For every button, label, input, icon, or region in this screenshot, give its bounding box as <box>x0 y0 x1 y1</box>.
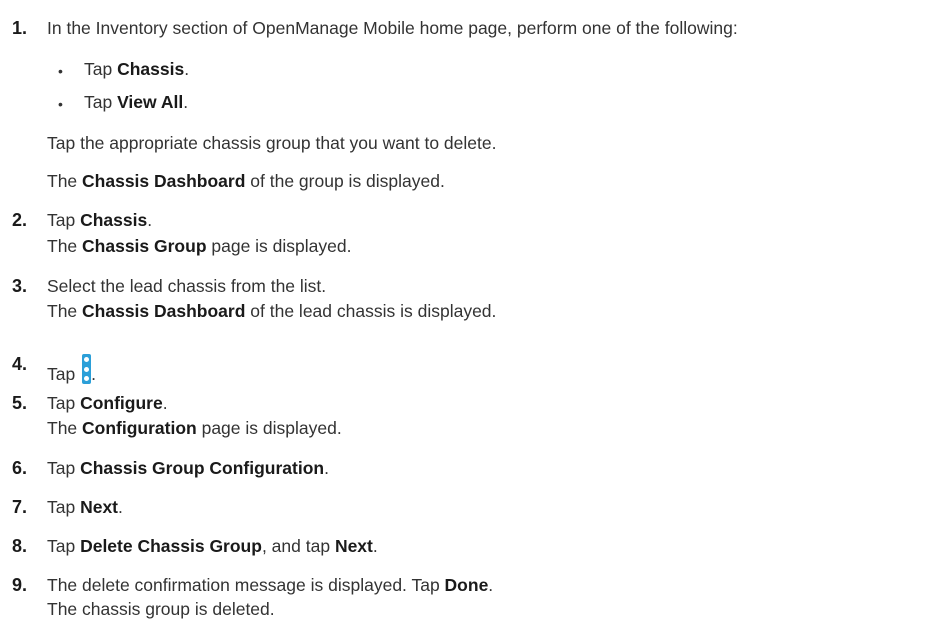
ui-label: Chassis Group <box>82 236 207 256</box>
step-text: In the Inventory section of OpenManage M… <box>47 18 738 38</box>
ui-label: Next <box>334 536 373 556</box>
step-text: The delete confirmation message is displ… <box>47 575 494 595</box>
ui-label: Delete Chassis Group <box>80 536 262 556</box>
more-options-kebab-icon <box>82 354 92 384</box>
step-number: 1. <box>12 18 28 38</box>
ui-label: Configure <box>80 393 163 413</box>
bullet-item: Tap Chassis. <box>84 59 190 79</box>
step-result: The Chassis Dashboard of the lead chassi… <box>47 301 497 321</box>
step-text: Select the lead chassis from the list. <box>47 276 327 296</box>
ui-label: View All <box>117 92 184 112</box>
step-number: 9. <box>12 575 28 595</box>
step-number: 7. <box>12 497 28 517</box>
bullet-item: Tap View All. <box>84 92 189 112</box>
step-number: 6. <box>12 458 28 478</box>
ui-label: Configuration <box>82 418 197 438</box>
bullet-icon: • <box>58 63 63 79</box>
ui-label: Chassis Dashboard <box>82 301 246 321</box>
step-text: Tap Configure. <box>47 393 168 413</box>
step-paragraph: The Chassis Dashboard of the group is di… <box>47 171 445 191</box>
ui-label: Chassis Group Configuration <box>80 458 325 478</box>
ui-label: Next <box>80 497 119 517</box>
step-text: Tap Chassis. <box>47 210 153 230</box>
step-result: The Chassis Group page is displayed. <box>47 236 352 256</box>
bullet-icon: • <box>58 96 63 112</box>
step-text: Tap Chassis Group Configuration. <box>47 458 329 478</box>
step-text: Tap . <box>47 354 96 385</box>
step-result: The Configuration page is displayed. <box>47 418 342 438</box>
ui-label: Chassis <box>80 210 148 230</box>
step-text: Tap Next. <box>47 497 123 517</box>
step-number: 4. <box>12 354 28 374</box>
step-text: Tap Delete Chassis Group, and tap Next. <box>47 536 378 556</box>
ui-label: Chassis Dashboard <box>82 171 246 191</box>
step-number: 3. <box>12 276 28 296</box>
step-number: 2. <box>12 210 28 230</box>
step-number: 5. <box>12 393 28 413</box>
ui-label: Chassis <box>117 59 185 79</box>
ui-label: Done <box>444 575 489 595</box>
step-paragraph: Tap the appropriate chassis group that y… <box>47 133 497 153</box>
step-result: The chassis group is deleted. <box>47 599 275 619</box>
step-number: 8. <box>12 536 28 556</box>
